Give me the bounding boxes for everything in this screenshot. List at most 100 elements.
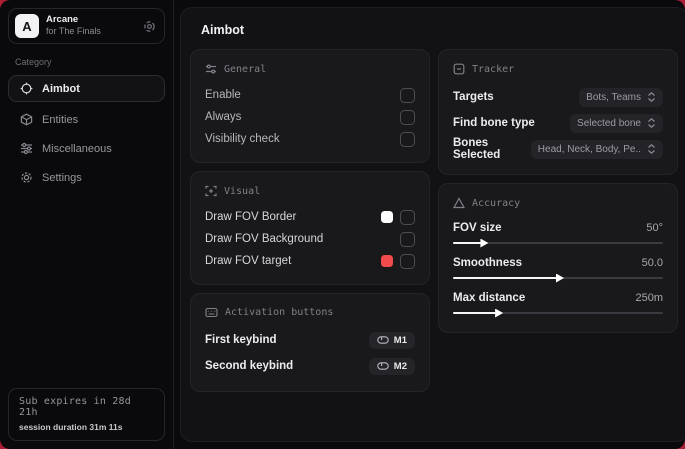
app-subtitle: for The Finals (46, 26, 101, 37)
select-value: Head, Neck, Body, Pe.. (537, 143, 641, 155)
targets-select[interactable]: Bots, Teams (579, 87, 663, 107)
keybind-value: M1 (393, 334, 407, 346)
select-value: Selected bone (577, 117, 641, 129)
card-general-title: General (224, 63, 267, 75)
card-tracker: Tracker Targets Bots, Teams Find bone ty… (438, 49, 678, 175)
setting-label: FOV size (453, 221, 502, 234)
setting-row: Second keybind M2 (205, 353, 415, 379)
setting-label: Bones Selected (453, 137, 501, 161)
card-general: General Enable Always Visibility check (190, 49, 430, 163)
visual-icon (205, 185, 217, 197)
main-area: Aimbot General Enable Always Visibility … (174, 0, 685, 449)
tracker-icon (453, 63, 465, 75)
setting-label: Enable (205, 89, 241, 101)
setting-row: Draw FOV target (205, 250, 415, 272)
sidebar-item-miscellaneous[interactable]: Miscellaneous (8, 135, 165, 162)
find-bone-type-select[interactable]: Selected bone (570, 113, 663, 133)
chevrons-up-down-icon (647, 118, 656, 128)
card-accuracy-header: Accuracy (453, 197, 663, 209)
sliders-icon (20, 142, 33, 155)
setting-row: Visibility check (205, 128, 415, 150)
card-visual: Visual Draw FOV Border Draw FOV Backgrou… (190, 171, 430, 285)
smoothness-value: 50.0 (641, 256, 663, 269)
setting-label: Draw FOV Border (205, 211, 297, 223)
slider-thumb[interactable] (495, 308, 504, 318)
sidebar-item-label: Entities (42, 113, 79, 126)
right-column: Tracker Targets Bots, Teams Find bone ty… (438, 49, 678, 392)
bones-selected-select[interactable]: Head, Neck, Body, Pe.. (530, 139, 663, 159)
setting-label: Visibility check (205, 133, 280, 145)
slider-row: Smoothness 50.0 (453, 253, 663, 283)
card-general-header: General (205, 63, 415, 75)
sidebar-item-settings[interactable]: Settings (8, 164, 165, 191)
enable-checkbox[interactable] (400, 87, 415, 103)
visibility-check-checkbox[interactable] (400, 131, 415, 147)
chevrons-up-down-icon (647, 144, 656, 154)
fov-border-color-swatch[interactable] (381, 211, 393, 223)
sidebar-item-label: Miscellaneous (42, 142, 112, 155)
card-activation-title: Activation buttons (225, 307, 334, 318)
app-name: Arcane (46, 14, 79, 26)
fov-size-value: 50° (646, 221, 663, 234)
app-logo: A (15, 14, 39, 38)
setting-label: Draw FOV target (205, 255, 292, 267)
app-header: A Arcane for The Finals (8, 8, 165, 44)
fov-target-color-swatch[interactable] (381, 255, 393, 267)
sidebar: A Arcane for The Finals Category Aimbot … (0, 0, 174, 449)
keybind-value: M2 (393, 360, 407, 372)
setting-row: Draw FOV Border (205, 206, 415, 228)
setting-label: Smoothness (453, 256, 523, 269)
slider-row: FOV size 50° (453, 218, 663, 248)
sidebar-item-label: Settings (42, 171, 82, 184)
sidebar-item-entities[interactable]: Entities (8, 106, 165, 133)
gear-icon (20, 171, 33, 184)
left-column: General Enable Always Visibility check V… (190, 49, 430, 392)
refresh-icon[interactable] (143, 20, 156, 33)
card-activation-header: Activation buttons (205, 307, 415, 318)
slider-row: Max distance 250m (453, 288, 663, 318)
setting-row: Bones Selected Head, Neck, Body, Pe.. (453, 136, 663, 162)
card-visual-title: Visual (224, 185, 261, 197)
select-value: Bots, Teams (586, 91, 641, 103)
setting-label: Draw FOV Background (205, 233, 324, 245)
always-checkbox[interactable] (400, 109, 415, 125)
max-distance-slider[interactable] (453, 308, 663, 318)
setting-label: First keybind (205, 334, 277, 346)
mouse-icon (377, 362, 389, 370)
sub-expiry-text: Sub expires in 28d 21h (19, 396, 131, 418)
sidebar-item-label: Aimbot (42, 82, 80, 95)
card-activation: Activation buttons First keybind M1 Seco… (190, 293, 430, 392)
second-keybind-button[interactable]: M2 (368, 357, 415, 375)
setting-row: Always (205, 106, 415, 128)
max-distance-value: 250m (635, 291, 663, 304)
setting-row: Targets Bots, Teams (453, 84, 663, 110)
accuracy-icon (453, 197, 465, 209)
setting-label: Max distance (453, 291, 526, 304)
smoothness-slider[interactable] (453, 273, 663, 283)
mouse-icon (377, 336, 389, 344)
subscription-info: Sub expires in 28d 21h session duration … (8, 388, 165, 441)
app-titles: Arcane for The Finals (46, 14, 136, 37)
first-keybind-button[interactable]: M1 (368, 331, 415, 349)
sidebar-item-aimbot[interactable]: Aimbot (8, 75, 165, 102)
slider-thumb[interactable] (480, 238, 489, 248)
setting-label: Second keybind (205, 360, 294, 372)
setting-label: Always (205, 111, 242, 123)
app-window: A Arcane for The Finals Category Aimbot … (0, 0, 685, 449)
slider-thumb[interactable] (556, 273, 564, 283)
card-visual-header: Visual (205, 185, 415, 197)
cube-icon (20, 113, 33, 126)
draw-fov-target-checkbox[interactable] (400, 253, 415, 269)
session-duration-text: session duration 31m 11s (19, 422, 123, 432)
card-accuracy-title: Accuracy (472, 197, 521, 209)
fov-size-slider[interactable] (453, 238, 663, 248)
setting-label: Targets (453, 91, 494, 103)
keyboard-icon (205, 307, 218, 318)
setting-row: Draw FOV Background (205, 228, 415, 250)
chevrons-up-down-icon (647, 92, 656, 102)
page-title: Aimbot (201, 23, 245, 37)
card-tracker-title: Tracker (472, 63, 515, 75)
draw-fov-border-checkbox[interactable] (400, 209, 415, 225)
card-accuracy: Accuracy FOV size 50° Smoothness 50.0 Ma… (438, 183, 678, 333)
draw-fov-background-checkbox[interactable] (400, 231, 415, 247)
